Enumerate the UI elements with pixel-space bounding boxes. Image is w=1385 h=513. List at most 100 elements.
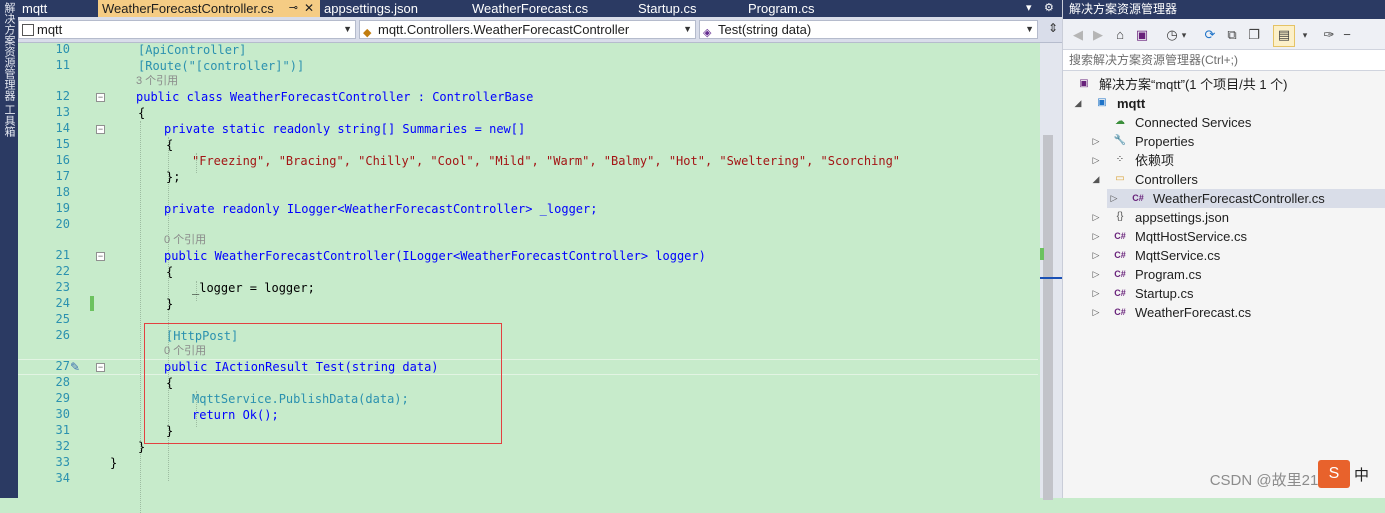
switch-views-icon[interactable]: ▣ bbox=[1134, 27, 1150, 43]
collapsed-arrow-icon[interactable]: ▷ bbox=[1091, 208, 1101, 227]
member-combo[interactable]: ◈ Test(string data) ▼ bbox=[699, 20, 1038, 39]
close-icon[interactable]: ✕ bbox=[304, 0, 314, 17]
csharp-file-icon: C# bbox=[1132, 193, 1144, 203]
collapsed-arrow-icon[interactable]: ▷ bbox=[1091, 265, 1101, 284]
method-icon: ◈ bbox=[703, 27, 712, 39]
panel-title: 解决方案资源管理器 bbox=[1063, 0, 1385, 19]
collapsed-arrow-icon[interactable]: ▷ bbox=[1091, 227, 1101, 246]
side-tab-solution-explorer[interactable]: 解决方案资源管理器 bbox=[1, 2, 17, 101]
codelens-references[interactable]: 3 个引用 bbox=[136, 74, 178, 88]
csharp-project-icon bbox=[22, 24, 34, 36]
csharp-file-icon: C# bbox=[1114, 307, 1126, 317]
side-tab-toolbox[interactable]: 工具箱 bbox=[1, 104, 17, 137]
tree-controller-file[interactable]: ▷ C# WeatherForecastController.cs bbox=[1107, 189, 1385, 208]
solution-search-input[interactable]: 搜索解决方案资源管理器(Ctrl+;) bbox=[1063, 50, 1385, 71]
back-icon[interactable]: ◀ bbox=[1070, 27, 1086, 43]
forward-icon[interactable]: ▶ bbox=[1090, 27, 1106, 43]
settings-icon[interactable]: ⚙ bbox=[1044, 0, 1054, 17]
tab-program[interactable]: Program.cs bbox=[744, 0, 864, 17]
line-number: 18 bbox=[55, 185, 70, 199]
copy-icon[interactable]: ❐ bbox=[1246, 27, 1262, 43]
watermark-text: CSDN @故里2130 bbox=[1209, 472, 1335, 489]
left-side-strip: 解决方案资源管理器 工具箱 bbox=[0, 0, 18, 498]
code-line-10: [ApiController] bbox=[18, 42, 1038, 58]
code-text: { bbox=[138, 106, 146, 120]
collapsed-arrow-icon[interactable]: ▷ bbox=[1091, 151, 1101, 170]
ime-mode-indicator[interactable]: 中 bbox=[1354, 464, 1369, 485]
tab-label: mqtt bbox=[22, 1, 48, 16]
home-icon[interactable]: ⌂ bbox=[1112, 27, 1128, 43]
collapsed-arrow-icon[interactable]: ▷ bbox=[1091, 132, 1101, 151]
class-icon: ◆ bbox=[363, 27, 372, 39]
tree-label: Connected Services bbox=[1135, 115, 1252, 130]
code-text: { bbox=[166, 138, 174, 152]
tree-label: MqttHostService.cs bbox=[1135, 229, 1247, 244]
highlight-box bbox=[144, 323, 502, 444]
chevron-down-icon[interactable]: ▾ bbox=[1297, 27, 1313, 43]
code-text: [Route("[controller]")] bbox=[138, 59, 305, 73]
code-text: public WeatherForecastController(ILogger… bbox=[164, 249, 706, 263]
code-text: private readonly ILogger<WeatherForecast… bbox=[164, 202, 598, 216]
tab-startup[interactable]: Startup.cs bbox=[634, 0, 744, 17]
tree-label: 依赖项 bbox=[1135, 153, 1175, 168]
tree-label: Program.cs bbox=[1135, 267, 1202, 282]
code-text: } bbox=[110, 456, 118, 470]
tree-label: MqttService.cs bbox=[1135, 248, 1221, 263]
code-text: private static readonly string[] Summari… bbox=[164, 122, 526, 136]
code-line-17: }; bbox=[18, 169, 1038, 185]
tree-label: WeatherForecast.cs bbox=[1135, 305, 1252, 320]
type-combo[interactable]: ◆ mqtt.Controllers.WeatherForecastControl… bbox=[359, 20, 696, 39]
line-number: 34 bbox=[55, 471, 70, 485]
expanded-arrow-icon[interactable]: ◢ bbox=[1091, 170, 1101, 189]
navigation-bar: mqtt ▼ ◆ mqtt.Controllers.WeatherForecast… bbox=[18, 17, 1062, 43]
code-line-13: { bbox=[18, 105, 1038, 121]
document-tab-bar: mqtt WeatherForecastController.cs ⊸ ✕ ap… bbox=[18, 0, 1062, 17]
tree-label: Properties bbox=[1135, 134, 1195, 149]
collapsed-arrow-icon[interactable]: ▷ bbox=[1109, 189, 1119, 208]
properties-wrench-icon[interactable]: ✑ bbox=[1321, 27, 1337, 43]
split-window-icon[interactable]: ⇕ bbox=[1048, 21, 1058, 35]
collapse-all-icon[interactable]: ⧉ bbox=[1224, 27, 1240, 43]
wrench-icon: 🔧 bbox=[1113, 135, 1127, 146]
caret-marker bbox=[1040, 277, 1062, 279]
tab-label: Program.cs bbox=[748, 1, 815, 16]
code-text: _logger = logger; bbox=[192, 281, 315, 295]
tab-list-dropdown-icon[interactable]: ▾ bbox=[1026, 0, 1032, 17]
solution-explorer-toolbar: ◀ ▶ ⌂ ▣ ◷ ▾ ⟳ ⧉ ❐ ▤ ▾ ✑ − bbox=[1063, 19, 1385, 50]
chevron-down-icon[interactable]: ▾ bbox=[1176, 27, 1192, 43]
show-all-files-icon[interactable]: ▤ bbox=[1273, 25, 1295, 47]
code-line-16: "Freezing", "Bracing", "Chilly", "Cool",… bbox=[18, 153, 1038, 169]
minimize-icon[interactable]: − bbox=[1339, 27, 1355, 43]
tab-appsettings[interactable]: appsettings.json bbox=[320, 0, 468, 17]
code-text: "Freezing", "Bracing", "Chilly", "Cool",… bbox=[192, 154, 901, 168]
dependencies-icon: ⁘ bbox=[1115, 154, 1125, 165]
collapsed-arrow-icon[interactable]: ▷ bbox=[1091, 303, 1101, 322]
tab-label: WeatherForecast.cs bbox=[472, 1, 589, 16]
editor-scrollbar[interactable] bbox=[1040, 43, 1062, 500]
csharp-file-icon: C# bbox=[1114, 269, 1126, 279]
code-line-11: [Route("[controller]")] bbox=[18, 58, 1038, 74]
tab-mqtt[interactable]: mqtt bbox=[18, 0, 98, 17]
line-number: 25 bbox=[55, 312, 70, 326]
code-line-33: } bbox=[18, 455, 1038, 471]
sync-icon[interactable]: ⟳ bbox=[1202, 27, 1218, 43]
code-line-22: { bbox=[18, 264, 1038, 280]
ime-logo-icon[interactable]: S bbox=[1318, 460, 1350, 488]
code-line-23: _logger = logger; bbox=[18, 280, 1038, 296]
folder-open-icon: ▭ bbox=[1115, 173, 1125, 184]
csharp-file-icon: C# bbox=[1114, 250, 1126, 260]
code-line-14: private static readonly string[] Summari… bbox=[18, 121, 1038, 137]
code-line-24: } bbox=[18, 296, 1038, 312]
collapsed-arrow-icon[interactable]: ▷ bbox=[1091, 246, 1101, 265]
tree-label: mqtt bbox=[1117, 96, 1146, 111]
csharp-file-icon: C# bbox=[1114, 231, 1126, 241]
tab-weatherforecastcontroller[interactable]: WeatherForecastController.cs ⊸ ✕ bbox=[98, 0, 320, 17]
expanded-arrow-icon[interactable]: ◢ bbox=[1073, 94, 1083, 113]
project-combo[interactable]: mqtt ▼ bbox=[18, 20, 356, 39]
pin-icon[interactable]: ⊸ bbox=[289, 0, 298, 17]
tab-weatherforecast[interactable]: WeatherForecast.cs bbox=[468, 0, 634, 17]
scrollbar-thumb[interactable] bbox=[1043, 135, 1053, 500]
codelens-references[interactable]: 0 个引用 bbox=[164, 233, 206, 247]
collapsed-arrow-icon[interactable]: ▷ bbox=[1091, 284, 1101, 303]
code-text: [ApiController] bbox=[138, 43, 247, 57]
